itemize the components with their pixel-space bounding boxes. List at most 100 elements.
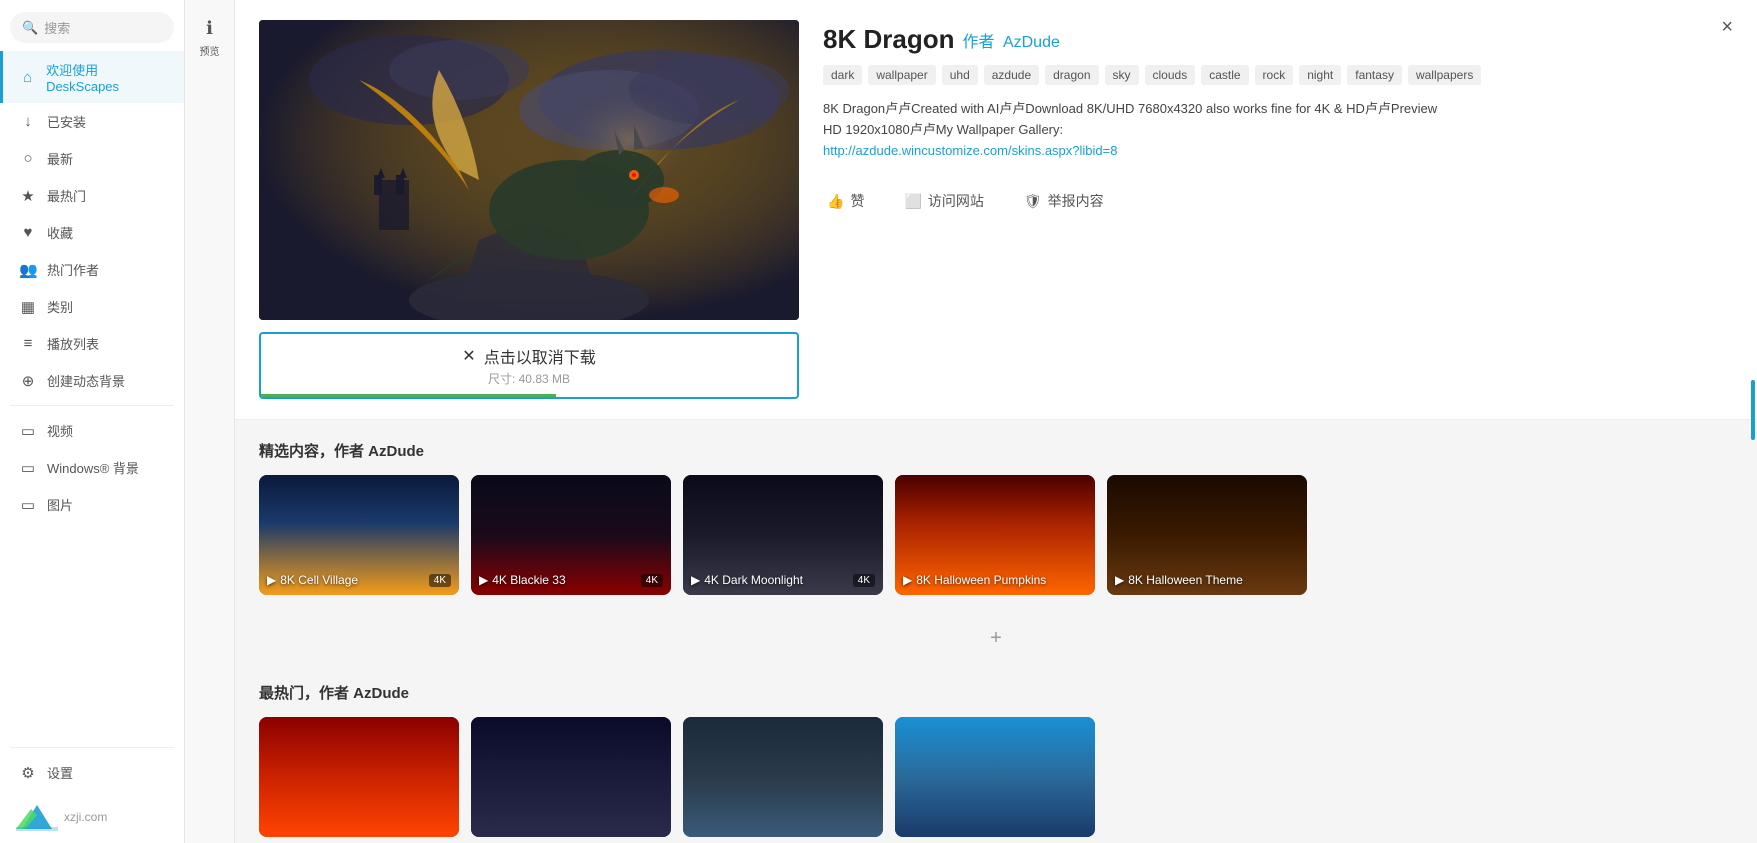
tag-wallpapers[interactable]: wallpapers [1408,65,1481,85]
tag-dark[interactable]: dark [823,65,862,85]
search-placeholder: 搜索 [44,18,70,37]
list-item[interactable]: ▶ 4K Dark Moonlight 4K [683,475,883,595]
tag-clouds[interactable]: clouds [1145,65,1196,85]
nav-secondary: ▭视频▭Windows® 背景▭图片 [0,412,184,523]
play-icon: ▶ [1115,573,1124,587]
tag-azdude[interactable]: azdude [984,65,1039,85]
play-icon: ▶ [267,573,276,587]
detail-link[interactable]: http://azdude.wincustomize.com/skins.asp… [823,143,1117,158]
sidebar-item-create[interactable]: ⊕创建动态背景 [0,362,184,399]
tag-fantasy[interactable]: fantasy [1347,65,1402,85]
featured-cards: ▶ 8K Cell Village 4K ▶ 4K Blackie 33 4K … [259,475,1733,595]
search-icon: 🔍 [22,20,38,36]
detail-info: 8K Dragon 作者 AzDude dark wallpaper uhdazdu… [823,20,1733,399]
sidebar-item-popular[interactable]: ★最热门 [0,177,184,214]
windows-icon: ▭ [19,459,37,477]
preview-button[interactable]: ℹ 预览 [196,10,224,66]
sidebar-item-home[interactable]: ⌂欢迎使用 DeskScapes [0,51,184,103]
load-more-button[interactable]: + [235,615,1757,662]
card-badge: 4K [429,574,451,587]
card-label: ▶ 8K Halloween Pumpkins [903,573,1071,587]
detail-image-wrap: ✕ 点击以取消下载 尺寸: 40.83 MB [259,20,799,399]
sidebar-item-favorites[interactable]: ♥收藏 [0,214,184,251]
detail-description: 8K Dragon卢卢Created with AI卢卢Download 8K/… [823,99,1443,161]
list-item[interactable] [683,717,883,837]
list-item[interactable] [471,717,671,837]
tag-castle[interactable]: castle [1201,65,1248,85]
detail-panel: ✕ 点击以取消下载 尺寸: 40.83 MB 8K Dragon 作者 AzDu… [235,0,1757,420]
popular-icon: ★ [19,187,37,205]
list-item[interactable]: ▶ 8K Cell Village 4K [259,475,459,595]
download-size: 尺寸: 40.83 MB [488,370,570,387]
play-icon: ▶ [691,573,700,587]
card-label: ▶ 8K Cell Village [267,573,435,587]
cancel-icon: ✕ [462,346,475,366]
card-label: ▶ 4K Blackie 33 [479,573,647,587]
search-box[interactable]: 🔍 搜索 [10,12,174,43]
tag-sky[interactable]: sky [1105,65,1139,85]
report-button[interactable]: 🛡 举报内容 [1020,185,1108,217]
home-icon: ⌂ [19,69,36,86]
featured-title: 精选内容，作者 AzDude [259,440,1733,461]
visit-button[interactable]: ⬜ 访问网站 [900,185,987,217]
tag-dragon[interactable]: dragon [1045,65,1098,85]
tag-uhd[interactable]: uhd [942,65,978,85]
sidebar-item-windows[interactable]: ▭Windows® 背景 [0,449,184,486]
hottest-cards [259,717,1733,837]
favorites-icon: ♥ [19,224,37,241]
list-item[interactable]: ▶ 8K Halloween Pumpkins [895,475,1095,595]
visit-icon: ⬜ [904,193,921,210]
scroll-indicator [1751,380,1755,440]
sidebar-item-authors[interactable]: 👥热门作者 [0,251,184,288]
download-bar[interactable]: ✕ 点击以取消下载 尺寸: 40.83 MB [259,332,799,399]
action-row: 👍 赞 ⬜ 访问网站 🛡 举报内容 [823,185,1733,217]
categories-icon: ▦ [19,298,37,316]
like-icon: 👍 [827,193,844,210]
sidebar-item-categories[interactable]: ▦类别 [0,288,184,325]
tag-wallpaper[interactable]: wallpaper [868,65,935,85]
installed-icon: ↓ [19,113,37,130]
featured-section: 精选内容，作者 AzDude ▶ 8K Cell Village 4K ▶ 4K… [235,420,1757,615]
author-link[interactable]: AzDude [1003,34,1060,51]
hottest-title: 最热门，作者 AzDude [259,682,1733,703]
settings-nav-item[interactable]: ⚙ 设置 [0,754,184,791]
detail-author: 作者 AzDude [962,28,1059,52]
report-icon: 🛡 [1024,193,1042,210]
tag-rock[interactable]: rock [1255,65,1294,85]
authors-icon: 👥 [19,261,37,279]
list-item[interactable] [259,717,459,837]
main-content: ✕ 点击以取消下载 尺寸: 40.83 MB 8K Dragon 作者 AzDu… [235,0,1757,843]
sidebar-item-video[interactable]: ▭视频 [0,412,184,449]
settings-label: 设置 [47,763,73,782]
recent-icon: ○ [19,150,37,167]
nav-divider [10,405,174,406]
detail-title: 8K Dragon 作者 AzDude [823,24,1733,55]
image-icon: ▭ [19,496,37,514]
hottest-section: 最热门，作者 AzDude [235,662,1757,843]
sidebar: 🔍 搜索 ⌂欢迎使用 DeskScapes↓已安装○最新★最热门♥收藏👥热门作者… [0,0,185,843]
tags-row: dark wallpaper uhd azdude dragon sky cloudscas… [823,65,1733,85]
video-icon: ▭ [19,422,37,440]
detail-image [259,20,799,320]
nav-primary: ⌂欢迎使用 DeskScapes↓已安装○最新★最热门♥收藏👥热门作者▦类别≡播… [0,51,184,399]
close-button[interactable]: × [1713,14,1741,41]
create-icon: ⊕ [19,372,37,390]
list-item[interactable]: ▶ 8K Halloween Theme [1107,475,1307,595]
card-badge: 4K [641,574,663,587]
card-label: ▶ 8K Halloween Theme [1115,573,1283,587]
sidebar-item-installed[interactable]: ↓已安装 [0,103,184,140]
like-button[interactable]: 👍 赞 [823,185,868,217]
dragon-illustration [259,20,799,320]
list-item[interactable]: ▶ 4K Blackie 33 4K [471,475,671,595]
play-icon: ▶ [903,573,912,587]
sidebar-item-recent[interactable]: ○最新 [0,140,184,177]
card-label: ▶ 4K Dark Moonlight [691,573,859,587]
brand-logo: xzji.com [0,791,184,843]
preview-label: 预览 [200,43,220,58]
play-icon: ▶ [479,573,488,587]
list-item[interactable] [895,717,1095,837]
tag-night[interactable]: night [1299,65,1341,85]
sidebar-item-image[interactable]: ▭图片 [0,486,184,523]
info-icon: ℹ [206,18,213,39]
sidebar-item-playlist[interactable]: ≡播放列表 [0,325,184,362]
